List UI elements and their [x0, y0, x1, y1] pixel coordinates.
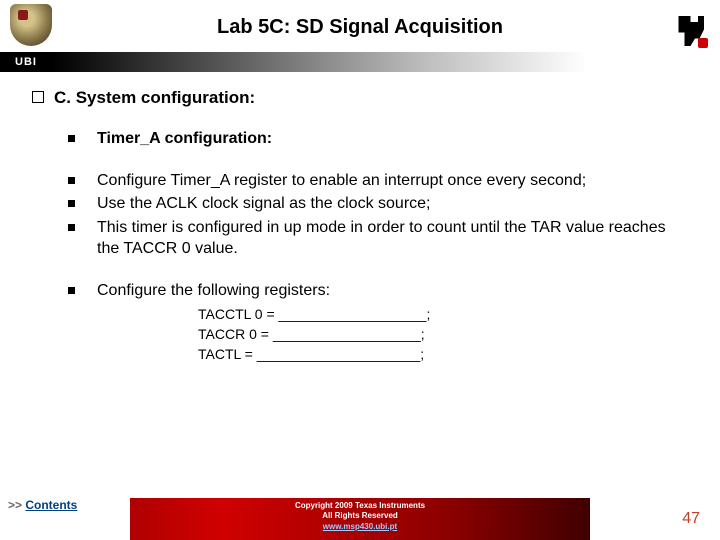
bullet-text: Use the ACLK clock signal as the clock s… [97, 193, 431, 215]
section-title: C. System configuration: [54, 88, 255, 108]
square-bullet-icon [68, 177, 75, 184]
slide-header: Lab 5C: SD Signal Acquisition UBI [0, 0, 720, 68]
slide-footer: >> Contents Copyright 2009 Texas Instrum… [0, 496, 720, 540]
register-line: TACTL = _____________________; [198, 346, 688, 362]
square-bullet-icon [68, 200, 75, 207]
contents-link[interactable]: >> Contents [8, 498, 77, 512]
square-bullet-icon [68, 287, 75, 294]
bullet-item: Configure the following registers: [68, 280, 688, 302]
contents-link-text: Contents [25, 498, 77, 512]
bullet-item: This timer is configured in up mode in o… [68, 217, 688, 260]
footer-bar: Copyright 2009 Texas Instruments All Rig… [130, 498, 590, 540]
header-gradient-bar [52, 52, 720, 72]
bullet-list: Timer_A configuration: Configure Timer_A… [68, 128, 688, 362]
rights-line: All Rights Reserved [130, 511, 590, 521]
slide-number: 47 [682, 510, 700, 528]
register-line: TACCTL 0 = ___________________; [198, 306, 688, 322]
arrow-icon: >> [8, 498, 22, 512]
section-row: C. System configuration: [32, 88, 688, 108]
bullet-text: Timer_A configuration: [97, 128, 272, 150]
ubi-label: UBI [0, 52, 52, 72]
bullet-text: This timer is configured in up mode in o… [97, 217, 688, 260]
copyright-block: Copyright 2009 Texas Instruments All Rig… [130, 498, 590, 532]
register-line: TACCR 0 = ___________________; [198, 326, 688, 342]
copyright-line: Copyright 2009 Texas Instruments [130, 501, 590, 511]
square-bullet-icon [68, 224, 75, 231]
ubi-crest-logo [10, 4, 52, 46]
bullet-item: Configure Timer_A register to enable an … [68, 170, 688, 192]
checkbox-bullet-icon [32, 91, 44, 103]
ti-logo [672, 14, 708, 50]
bullet-text: Configure the following registers: [97, 280, 330, 302]
slide-content: C. System configuration: Timer_A configu… [0, 68, 720, 362]
register-block: TACCTL 0 = ___________________; TACCR 0 … [198, 306, 688, 362]
square-bullet-icon [68, 135, 75, 142]
bullet-item: Use the ACLK clock signal as the clock s… [68, 193, 688, 215]
footer-url-link[interactable]: www.msp430.ubi.pt [323, 522, 397, 531]
bullet-item: Timer_A configuration: [68, 128, 688, 150]
slide-title: Lab 5C: SD Signal Acquisition [0, 0, 720, 39]
bullet-text: Configure Timer_A register to enable an … [97, 170, 586, 192]
